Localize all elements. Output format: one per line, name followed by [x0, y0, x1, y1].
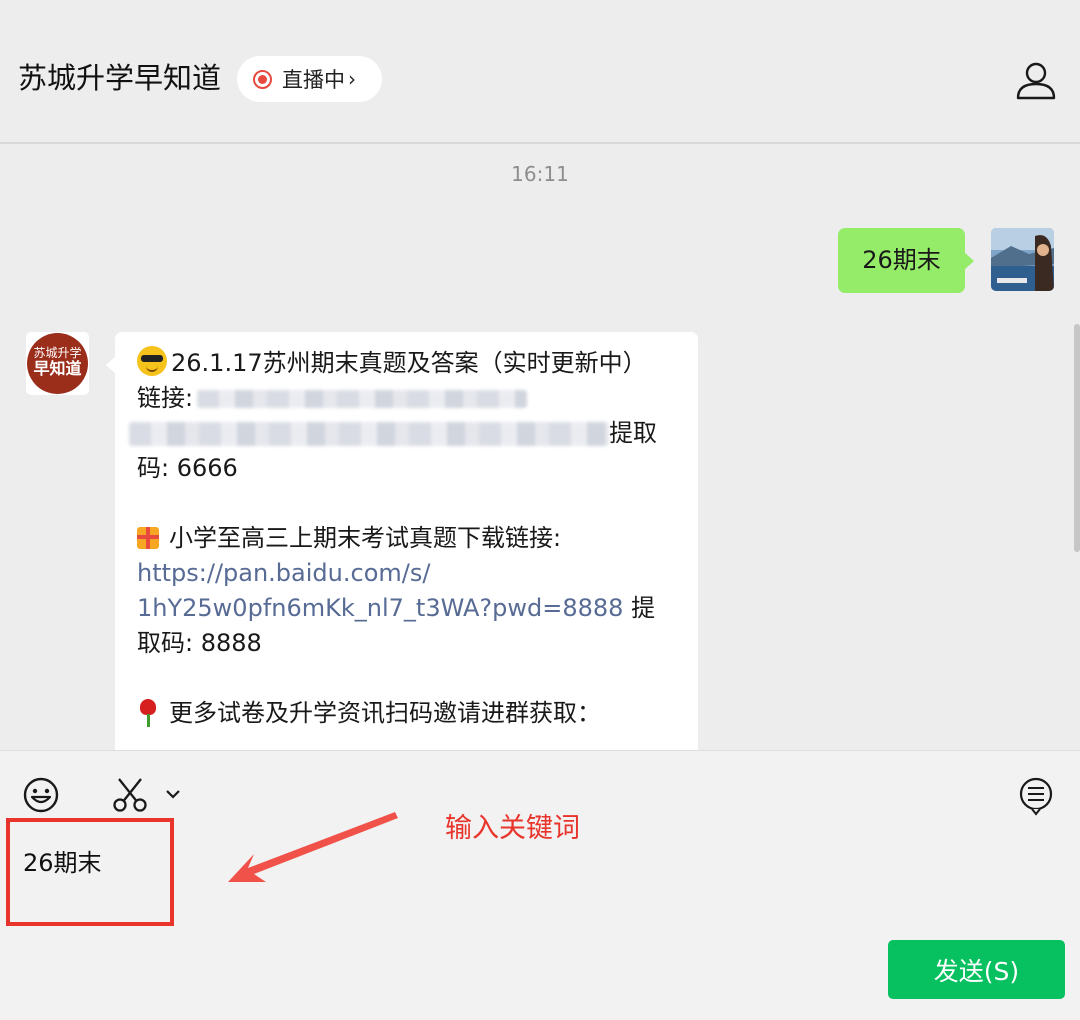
- redacted-link-blur: [197, 390, 528, 408]
- download-link[interactable]: 1hY25w0pfn6mKk_nl7_t3WA?pwd=8888: [137, 594, 623, 622]
- live-status-button[interactable]: 直播中 ›: [237, 56, 382, 102]
- emoji-icon[interactable]: [22, 776, 60, 814]
- message-line: 提取: [129, 416, 698, 451]
- message-line: 1hY25w0pfn6mKk_nl7_t3WA?pwd=8888 提: [137, 591, 698, 626]
- message-line: 链接:: [137, 381, 698, 416]
- avatar-photo: [991, 228, 1054, 291]
- rose-emoji-icon: [137, 699, 159, 727]
- input-highlight-box: [6, 818, 174, 926]
- scissors-icon[interactable]: [111, 776, 149, 814]
- annotation-label: 输入关键词: [445, 813, 580, 844]
- annotation-arrow-icon: [228, 812, 398, 882]
- message-line: 26.1.17苏州期末真题及答案（实时更新中）: [137, 346, 698, 381]
- incoming-message-bubble[interactable]: 26.1.17苏州期末真题及答案（实时更新中） 链接: 提取 码: 6666 小…: [106, 332, 698, 750]
- bot-logo: 苏城升学 早知道: [27, 333, 88, 394]
- message-list[interactable]: 16:11 26期末 苏城升学 早知道 26.1.17苏州期末真题及答案（实时更…: [0, 144, 1080, 750]
- chat-history-icon[interactable]: [1017, 776, 1055, 816]
- message-text: 小学至高三上期末考试真题下载链接:: [169, 524, 562, 552]
- message-text: 提: [623, 594, 656, 622]
- sunglasses-emoji-icon: [137, 346, 167, 376]
- message-line: 取码: 8888: [137, 629, 262, 657]
- bot-logo-line2: 早知道: [33, 359, 82, 378]
- link-label: 链接:: [137, 384, 194, 412]
- message-line: 小学至高三上期末考试真题下载链接:: [137, 521, 698, 556]
- bot-logo-line1: 苏城升学: [33, 346, 82, 360]
- chevron-right-icon: ›: [348, 67, 356, 91]
- my-avatar[interactable]: [991, 228, 1054, 291]
- bot-avatar[interactable]: 苏城升学 早知道: [26, 332, 89, 395]
- download-link[interactable]: https://pan.baidu.com/s/: [137, 556, 698, 591]
- live-label: 直播中: [282, 68, 345, 92]
- send-button[interactable]: 发送(S): [888, 940, 1065, 999]
- message-timestamp: 16:11: [511, 162, 569, 186]
- chat-header: 苏城升学早知道 直播中 ›: [0, 0, 1080, 144]
- profile-icon[interactable]: [1014, 60, 1058, 100]
- live-record-icon: [253, 69, 272, 89]
- gift-emoji-icon: [137, 527, 159, 549]
- chevron-down-icon[interactable]: [164, 787, 182, 801]
- chat-title: 苏城升学早知道: [18, 61, 222, 95]
- message-text: 更多试卷及升学资讯扫码邀请进群获取：: [169, 699, 601, 727]
- message-headline: 26.1.17苏州期末真题及答案（实时更新中）: [171, 349, 647, 377]
- message-line: 码: 6666: [137, 454, 238, 482]
- message-line: 更多试卷及升学资讯扫码邀请进群获取：: [137, 696, 698, 731]
- redacted-link-blur: [129, 422, 609, 446]
- message-text: 提取: [609, 419, 657, 447]
- scrollbar[interactable]: [1074, 324, 1080, 552]
- outgoing-message-bubble[interactable]: 26期末: [838, 228, 974, 293]
